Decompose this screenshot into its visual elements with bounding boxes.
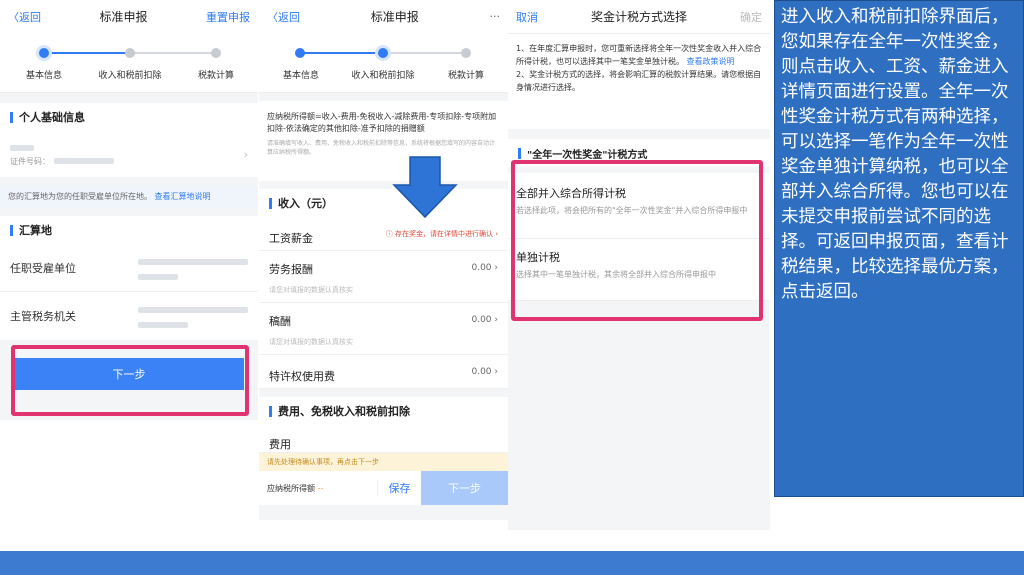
personal-info-row[interactable]: 证件号码： › [0,131,258,177]
intro-box: 1、在年度汇算申报时，您可重新选择将全年一次性奖金收入并入综合所得计税，也可以选… [508,33,770,129]
step-indicator: 基本信息 收入和税前扣除 税款计算 [259,33,508,93]
step-label: 基本信息 [25,71,62,81]
cancel-button[interactable]: 取消 [516,9,538,25]
id-label: 证件号码： [10,157,50,166]
nav-bar: 〈返回 标准申报 ··· [259,0,508,33]
save-button[interactable]: 保存 [377,480,421,496]
step-label: 收入和税前扣除 [98,71,162,81]
phone-income: 〈返回 标准申报 ··· 基本信息 收入和税前扣除 税款计算 应纳税所得额=收入… [259,0,508,520]
step-dot [461,48,471,58]
tax-office-label: 主管税务机关 [10,310,76,323]
description-panel: 进入收入和税前扣除界面后，您如果存在全年一次性奖金，则点击收入、工资、薪金进入详… [774,0,1024,497]
step-dot [39,48,49,58]
chevron-right-icon: › [243,147,248,161]
fee-row[interactable]: 费用 [259,425,508,453]
settlement-note: 您的汇算地为您的任职受雇单位所在地。 查看汇算地说明 [0,185,258,208]
policy-link[interactable]: 查看政策说明 [687,57,735,66]
step-dot [378,48,388,58]
section-settlement: 汇算地 [0,216,258,244]
section-personal: 个人基础信息 [0,103,258,131]
income-row-salary[interactable]: 工资薪金 ⓘ 存在奖金，请在详情中进行确认 › [259,217,508,251]
down-arrow-icon [392,156,458,219]
back-button[interactable]: 〈返回 [8,9,41,25]
labor-value: 0.00 › [471,263,498,273]
section-deduction: 费用、免税收入和税前扣除 [259,397,508,425]
income-row-franchise[interactable]: 特许权使用费 0.00 › [259,355,508,389]
income-row-royalty[interactable]: 稿酬 0.00 › 请您对填报的数据认真核实 [259,303,508,355]
next-button[interactable]: 下一步 [421,471,508,505]
tax-office-row[interactable]: 主管税务机关 [0,292,258,340]
footer-band [0,551,1024,575]
salary-warning: ⓘ 存在奖金，请在详情中进行确认 › [385,230,498,238]
more-icon[interactable]: ··· [489,10,500,23]
step-label: 税款计算 [197,71,234,81]
section-income: 收入（元） [259,189,508,217]
nav-bar: 〈返回 标准申报 重置申报 [0,0,258,33]
back-button[interactable]: 〈返回 [267,9,300,25]
highlight-box-options [511,160,763,321]
step-label: 基本信息 [282,71,319,81]
page-title: 标准申报 [370,10,419,24]
formula-text: 应纳税所得额=收入-费用-免税收入-减除费用-专项扣除-专项附加扣除-依法确定的… [267,112,497,133]
taxable-label: 应纳税所得额 -- [267,483,324,493]
formula-hint: 请准确填写收入、费用、免税收入和税前扣除等信息，系统将根据您填写的内容自动计算应… [267,140,496,156]
settlement-link[interactable]: 查看汇算地说明 [155,192,211,201]
reset-button[interactable]: 重置申报 [206,9,250,25]
step-dot [125,48,135,58]
highlight-box-next [11,345,249,416]
formula-box: 应纳税所得额=收入-费用-免税收入-减除费用-专项扣除-专项附加扣除-依法确定的… [259,101,508,181]
step-dot [211,48,221,58]
income-row-labor[interactable]: 劳务报酬 0.00 › 请您对填报的数据认真核实 [259,251,508,303]
bottom-bar: 应纳税所得额 -- 保存 下一步 [259,471,508,505]
royalty-value: 0.00 › [471,315,498,325]
step-indicator: 基本信息 收入和税前扣除 税款计算 [0,33,258,93]
nav-bar: 取消 奖金计税方式选择 确定 [508,0,770,33]
step-label: 税款计算 [447,71,484,81]
step-dot [295,48,305,58]
step-label: 收入和税前扣除 [351,71,415,81]
employer-row[interactable]: 任职受雇单位 [0,244,258,292]
employer-label: 任职受雇单位 [10,261,76,275]
slide: 〈返回 标准申报 重置申报 基本信息 收入和税前扣除 税款计算 个人基础信息 证… [0,0,1024,575]
page-title: 奖金计税方式选择 [590,10,687,24]
page-title: 标准申报 [99,10,148,24]
warning-bar: 请先处理待确认事项，再点击下一步 [259,453,508,471]
confirm-button[interactable]: 确定 [740,9,762,25]
franchise-value: 0.00 › [471,367,498,377]
